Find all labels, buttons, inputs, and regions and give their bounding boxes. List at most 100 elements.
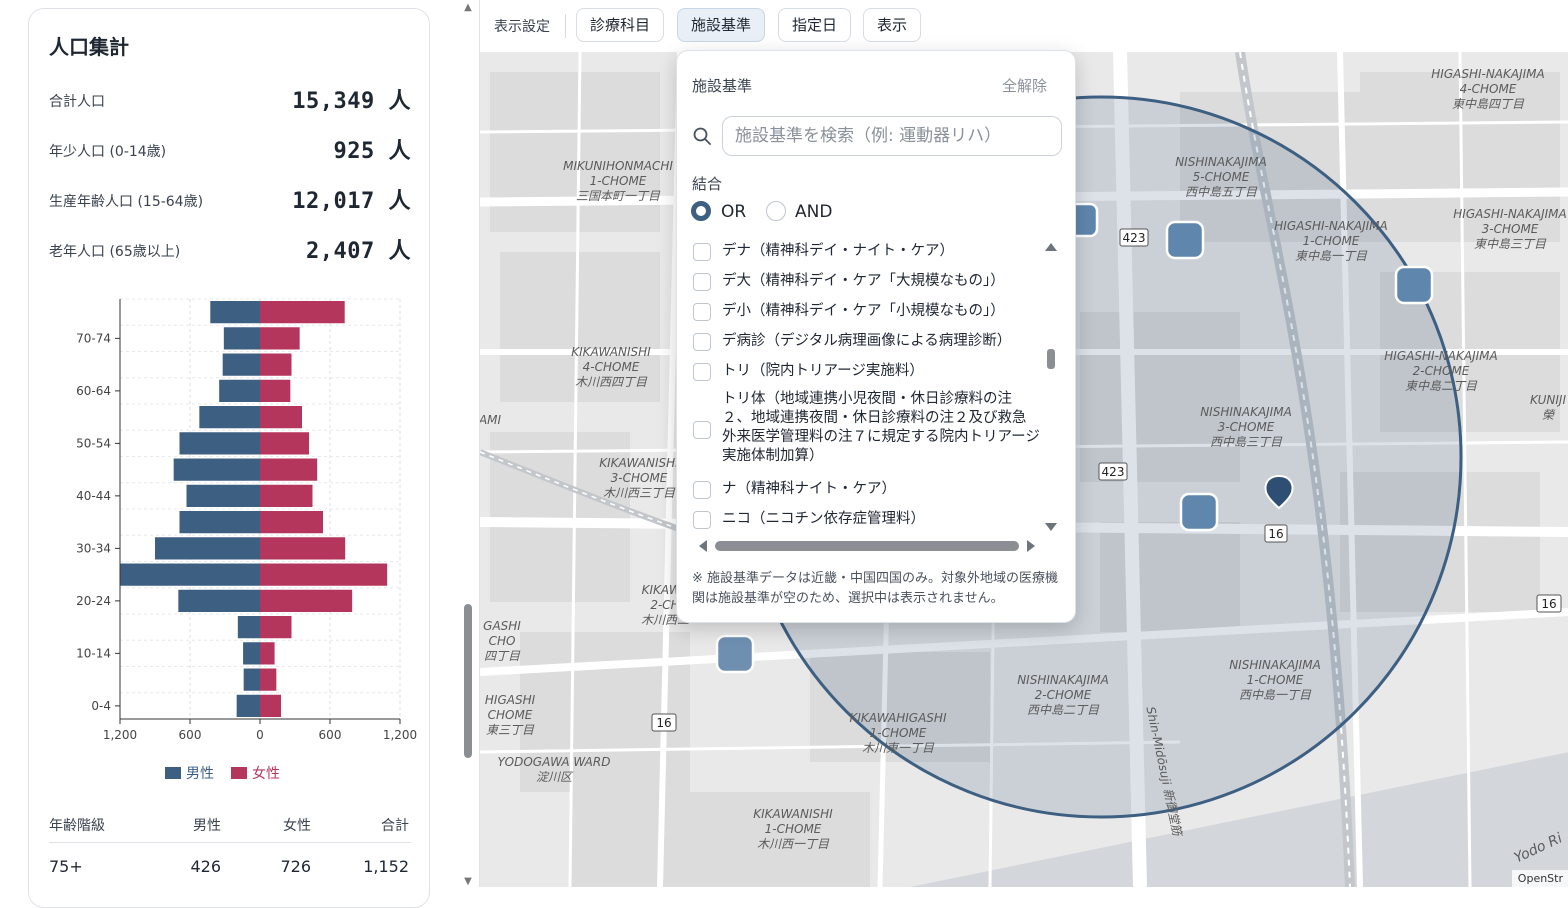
y-tick-label: 40-44: [76, 489, 111, 503]
y-tick-label: 20-24: [76, 594, 111, 608]
left-panel: 人口集計 合計人口 15,349 人 年少人口 (0-14歳) 925 人 生産…: [0, 0, 478, 908]
scroll-up-arrow-icon[interactable]: [1044, 241, 1058, 253]
toolbar-label: 表示設定: [494, 19, 550, 35]
bar-female: [260, 642, 275, 665]
item-label[interactable]: デ病診（デジタル病理画像による病理診断）: [722, 332, 1040, 351]
combine-and-radio[interactable]: [766, 201, 786, 221]
bar-female: [260, 537, 346, 560]
header-female: 女性: [283, 818, 311, 834]
display-settings-toolbar: 表示設定 診療科目 施設基準 指定日 表示: [480, 0, 1568, 52]
header-age-group: 年齢階級: [49, 818, 105, 834]
route-badge: 423: [1102, 465, 1125, 479]
bar-female: [260, 458, 318, 481]
item-checkbox[interactable]: [693, 511, 711, 529]
bar-male: [155, 537, 260, 560]
x-tick-label: 600: [179, 728, 202, 742]
x-tick-label: 0: [256, 728, 264, 742]
bar-male: [178, 589, 260, 612]
scroll-down-arrow-icon[interactable]: ▼: [462, 876, 474, 888]
legend-label: 男性: [186, 766, 214, 782]
scroll-right-arrow-icon[interactable]: [1025, 539, 1037, 553]
tab-department[interactable]: 診療科目: [576, 8, 665, 42]
item-label[interactable]: ニコ（ニコチン依存症管理料）: [722, 510, 1040, 529]
stat-value: 15,349 人: [292, 89, 411, 114]
item-label[interactable]: トリ（院内トリアージ実施料）: [722, 362, 1040, 381]
route-badge: 16: [656, 716, 671, 730]
stat-elderly-population: 老年人口 (65歳以上) 2,407 人: [49, 231, 411, 267]
facility-standards-search-input[interactable]: [722, 116, 1062, 156]
bar-male: [179, 432, 260, 455]
svg-text:KIKAWANISHI3-CHOME木川西三丁目: KIKAWANISHI 3-CHOME 木川西三丁目: [599, 456, 679, 500]
bar-male: [210, 301, 260, 324]
facility-marker[interactable]: [1179, 492, 1219, 532]
bar-male: [179, 511, 260, 534]
item-label[interactable]: デ小（精神科デイ・ケア「小規模なもの」）: [722, 302, 1040, 321]
list-scrollbar-thumb[interactable]: [1047, 349, 1055, 369]
item-checkbox[interactable]: [693, 363, 711, 381]
item-checkbox[interactable]: [693, 303, 711, 321]
facility-standards-dropdown: 施設基準 全解除 結合 OR AND デナ（精神科デイ・ナイト・ケア） デ大（精…: [676, 50, 1076, 623]
table-row: 75+ 426 726 1,152: [49, 843, 411, 885]
bar-female: [260, 327, 300, 350]
combine-or-label[interactable]: OR: [721, 202, 746, 222]
bar-female: [260, 511, 323, 534]
item-label[interactable]: ナ（精神科ナイト・ケア）: [722, 480, 1040, 499]
card-title: 人口集計: [49, 35, 129, 59]
facility-marker[interactable]: [715, 634, 755, 674]
tab-display[interactable]: 表示: [863, 8, 922, 42]
svg-text:AMI: AMI: [480, 413, 502, 427]
tab-specified-date[interactable]: 指定日: [778, 8, 852, 42]
cell-female: 726: [280, 857, 311, 876]
item-label[interactable]: デ大（精神科デイ・ケア「大規模なもの」）: [722, 272, 1040, 291]
bar-female: [260, 616, 292, 639]
item-checkbox[interactable]: [693, 421, 711, 439]
bar-female: [260, 406, 302, 429]
item-checkbox[interactable]: [693, 273, 711, 291]
route-badge: 423: [1123, 231, 1146, 245]
combine-label: 結合: [692, 175, 723, 193]
stat-label: 生産年齢人口 (15-64歳): [49, 194, 204, 210]
facility-marker[interactable]: [1394, 265, 1434, 305]
item-checkbox[interactable]: [693, 333, 711, 351]
x-tick-label: 1,200: [383, 728, 417, 742]
bar-male: [243, 668, 260, 691]
item-checkbox[interactable]: [693, 481, 711, 499]
tab-facility-standards[interactable]: 施設基準: [677, 8, 766, 42]
facility-standards-list: デナ（精神科デイ・ナイト・ケア） デ大（精神科デイ・ケア「大規模なもの」） デ小…: [691, 237, 1041, 529]
stat-label: 老年人口 (65歳以上): [49, 244, 181, 260]
header-male: 男性: [193, 818, 221, 834]
bar-female: [260, 484, 313, 507]
stat-value: 12,017 人: [292, 189, 411, 214]
combine-or-radio[interactable]: [691, 201, 711, 221]
y-tick-label: 70-74: [76, 331, 111, 345]
bar-male: [243, 642, 260, 665]
scroll-left-arrow-icon[interactable]: [697, 539, 709, 553]
horizontal-scrollbar-thumb[interactable]: [715, 541, 1019, 551]
cell-total: 1,152: [363, 857, 409, 876]
bar-male: [219, 379, 260, 402]
item-label[interactable]: デナ（精神科デイ・ナイト・ケア）: [722, 242, 1040, 261]
bar-female: [260, 694, 281, 717]
toolbar-divider: [565, 14, 566, 38]
age-table-header: 年齢階級 男性 女性 合計: [49, 809, 411, 843]
facility-marker[interactable]: [1165, 220, 1205, 260]
population-summary-card: 人口集計 合計人口 15,349 人 年少人口 (0-14歳) 925 人 生産…: [28, 8, 430, 908]
svg-text:HIGASHICHOME東三丁目: HIGASHI CHOME 東三丁目: [485, 693, 536, 737]
clear-all-button[interactable]: 全解除: [1002, 75, 1047, 96]
stat-value: 925 人: [333, 139, 411, 164]
bar-female: [260, 589, 353, 612]
item-label[interactable]: トリ体（地域連携小児夜間・休日診療料の注２、地域連携夜間・休日診療料の注２及び救…: [722, 390, 1040, 466]
bar-female: [260, 301, 345, 324]
y-tick-label: 60-64: [76, 384, 111, 398]
left-scrollbar-thumb[interactable]: [464, 604, 472, 758]
scroll-up-arrow-icon[interactable]: ▲: [462, 2, 474, 16]
combine-and-label[interactable]: AND: [795, 202, 832, 222]
bar-female: [260, 432, 309, 455]
svg-text:KIKAWANISHI1-CHOME木川西一丁目: KIKAWANISHI 1-CHOME 木川西一丁目: [753, 807, 833, 851]
scroll-down-arrow-icon[interactable]: [1044, 521, 1058, 533]
population-pyramid-chart: 0-4 10-14 20-24 30-34 40-44 50-54 60-64 70-74 1,…: [76, 298, 417, 782]
item-checkbox[interactable]: [693, 243, 711, 261]
y-tick-label: 0-4: [91, 699, 111, 713]
map-attribution[interactable]: OpenStr: [1511, 870, 1568, 887]
stat-label: 年少人口 (0-14歳): [49, 144, 167, 160]
